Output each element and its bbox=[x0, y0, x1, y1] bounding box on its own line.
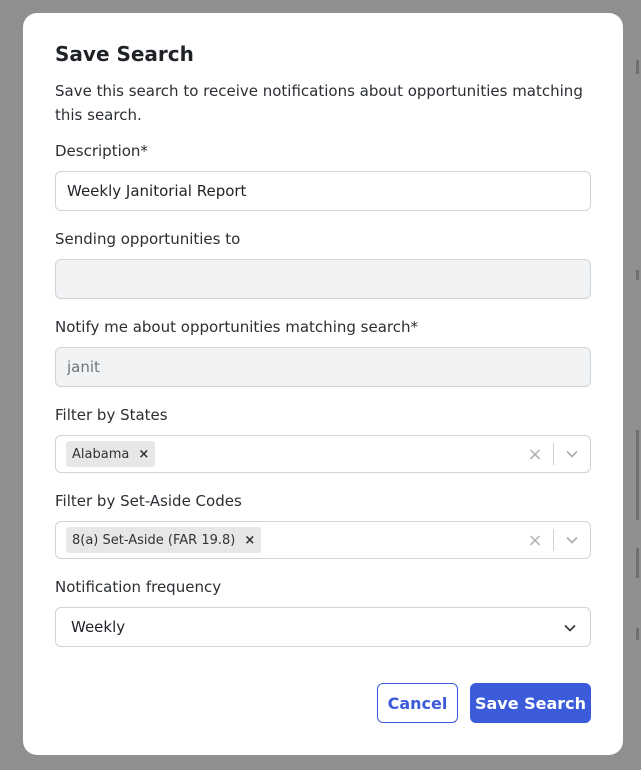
save-search-button[interactable]: Save Search bbox=[470, 683, 591, 723]
states-controls: × bbox=[517, 436, 590, 472]
description-label: Description* bbox=[55, 142, 148, 160]
chevron-down-icon[interactable] bbox=[554, 536, 590, 544]
notify-field: Notify me about opportunities matching s… bbox=[55, 317, 591, 387]
states-field: Filter by States Alabama × × bbox=[55, 405, 591, 473]
clear-icon[interactable]: × bbox=[517, 530, 553, 551]
close-icon[interactable]: × bbox=[244, 533, 255, 548]
background-text-fragment bbox=[636, 270, 639, 280]
save-search-modal: Save Search Save this search to receive … bbox=[23, 13, 623, 755]
set-aside-controls: × bbox=[517, 522, 590, 558]
background-text-fragment bbox=[636, 628, 639, 640]
frequency-value: Weekly bbox=[71, 618, 126, 636]
frequency-field: Notification frequency Weekly bbox=[55, 577, 591, 647]
frequency-select[interactable]: Weekly bbox=[55, 607, 591, 647]
description-field: Description* bbox=[55, 141, 591, 211]
notify-input bbox=[55, 347, 591, 387]
set-aside-field: Filter by Set-Aside Codes 8(a) Set-Aside… bbox=[55, 491, 591, 559]
close-icon[interactable]: × bbox=[138, 447, 149, 462]
sending-to-label: Sending opportunities to bbox=[55, 230, 241, 248]
states-multiselect[interactable]: Alabama × × bbox=[55, 435, 591, 473]
chevron-down-icon[interactable] bbox=[554, 450, 590, 458]
state-chip-label: Alabama bbox=[72, 446, 130, 462]
set-aside-label: Filter by Set-Aside Codes bbox=[55, 492, 242, 510]
cancel-button[interactable]: Cancel bbox=[377, 683, 458, 723]
description-input[interactable] bbox=[55, 171, 591, 211]
frequency-label: Notification frequency bbox=[55, 578, 222, 596]
clear-icon[interactable]: × bbox=[517, 444, 553, 465]
background-page bbox=[623, 0, 641, 770]
sending-to-input bbox=[55, 259, 591, 299]
set-aside-multiselect[interactable]: 8(a) Set-Aside (FAR 19.8) × × bbox=[55, 521, 591, 559]
modal-footer: Cancel Save Search bbox=[377, 683, 591, 723]
set-aside-chip-label: 8(a) Set-Aside (FAR 19.8) bbox=[72, 532, 236, 548]
states-label: Filter by States bbox=[55, 406, 168, 424]
sending-to-field: Sending opportunities to bbox=[55, 229, 591, 299]
notify-label: Notify me about opportunities matching s… bbox=[55, 318, 418, 336]
state-chip: Alabama × bbox=[66, 441, 156, 467]
background-text-fragment bbox=[636, 548, 639, 578]
background-text-fragment bbox=[636, 60, 639, 74]
chevron-down-icon bbox=[564, 618, 576, 636]
background-text-fragment bbox=[636, 430, 639, 520]
modal-description: Save this search to receive notification… bbox=[55, 82, 583, 124]
set-aside-chip: 8(a) Set-Aside (FAR 19.8) × bbox=[66, 527, 262, 553]
modal-title: Save Search bbox=[55, 42, 194, 66]
